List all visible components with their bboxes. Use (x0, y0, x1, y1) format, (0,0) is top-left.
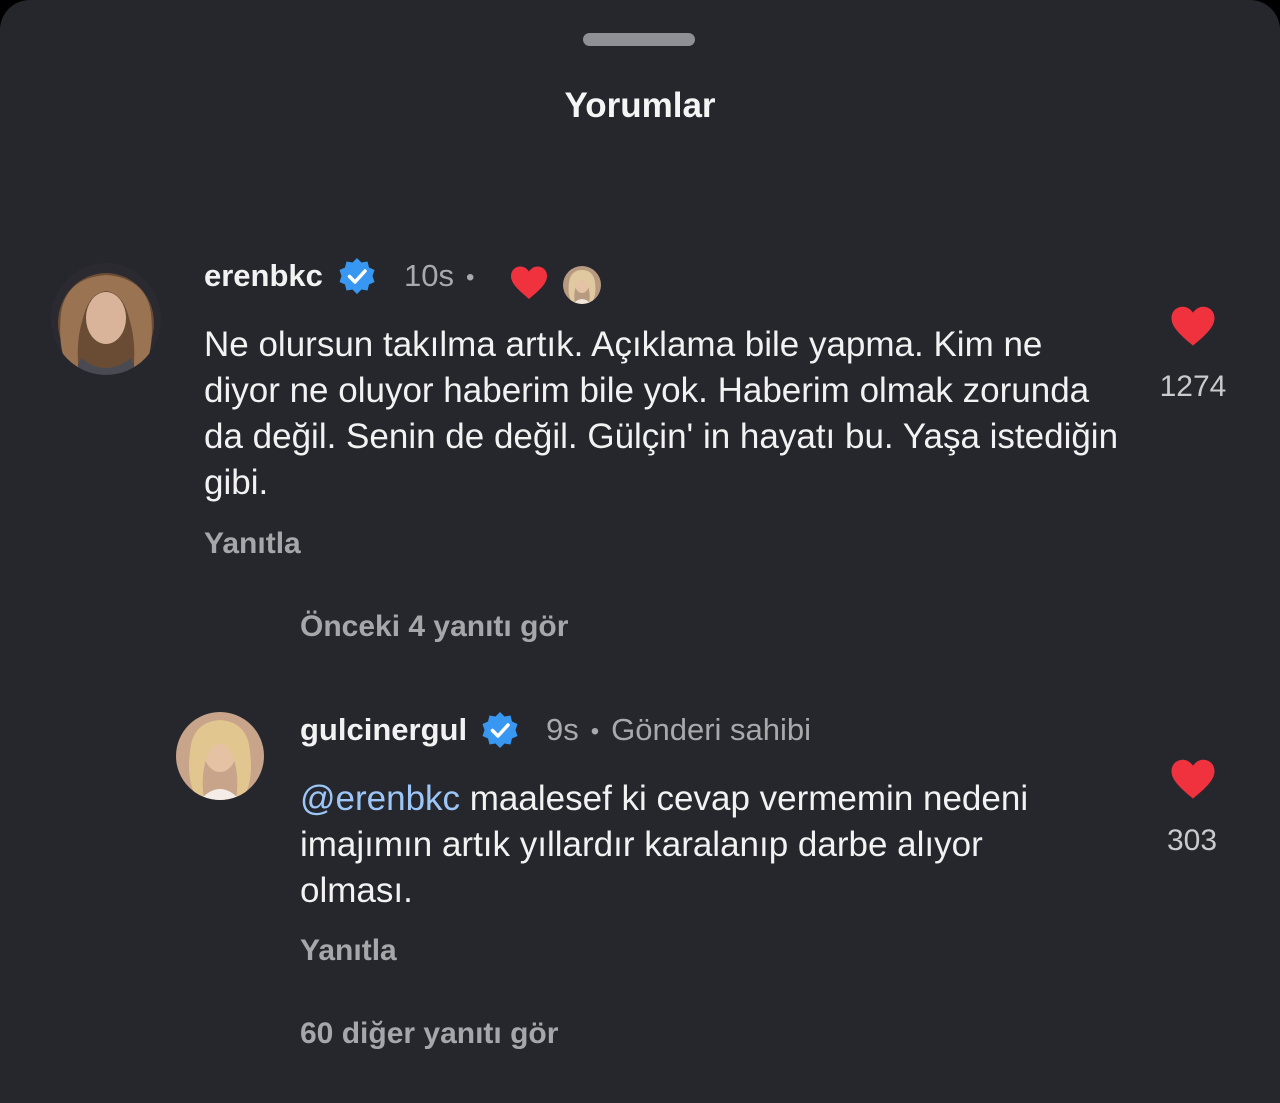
timestamp: 10s (404, 258, 454, 293)
view-previous-replies-button[interactable]: Önceki 4 yanıtı gör (300, 610, 568, 644)
separator-dot: • (465, 263, 475, 291)
reply-button[interactable]: Yanıtla (204, 527, 301, 561)
post-owner-badge: Gönderi sahibi (611, 712, 812, 747)
username[interactable]: erenbkc (204, 258, 323, 294)
timestamp: 9s (546, 712, 579, 747)
author-avatar (561, 264, 603, 306)
comment-text: @erenbkc maalesef ki cevap vermemin nede… (300, 776, 1100, 914)
like-heart-icon[interactable] (1169, 305, 1217, 348)
like-heart-icon[interactable] (1169, 758, 1217, 801)
reply-button[interactable]: Yanıtla (300, 934, 397, 968)
separator-dot: • (590, 717, 600, 745)
author-like-heart-icon (511, 266, 547, 299)
avatar[interactable] (51, 263, 161, 375)
comment-text: Ne olursun takılma artık. Açıklama bile … (204, 325, 1119, 502)
comment-meta: 9s • Gönderi sahibi (546, 712, 811, 748)
comments-sheet: Yorumlar erenbkc 10s • Ne olursun takılm… (0, 0, 1280, 1103)
like-count: 303 (1166, 824, 1218, 857)
page-title: Yorumlar (564, 86, 716, 125)
verified-badge-icon (482, 712, 518, 748)
mention-link[interactable]: @erenbkc (300, 779, 460, 818)
username[interactable]: gulcinergul (300, 712, 467, 748)
like-count: 1274 (1159, 370, 1227, 403)
view-more-replies-button[interactable]: 60 diğer yanıtı gör (300, 1017, 558, 1051)
sheet-grabber[interactable] (583, 33, 695, 46)
verified-badge-icon (339, 258, 375, 294)
avatar[interactable] (176, 712, 264, 800)
comment-meta: 10s • (404, 258, 486, 294)
